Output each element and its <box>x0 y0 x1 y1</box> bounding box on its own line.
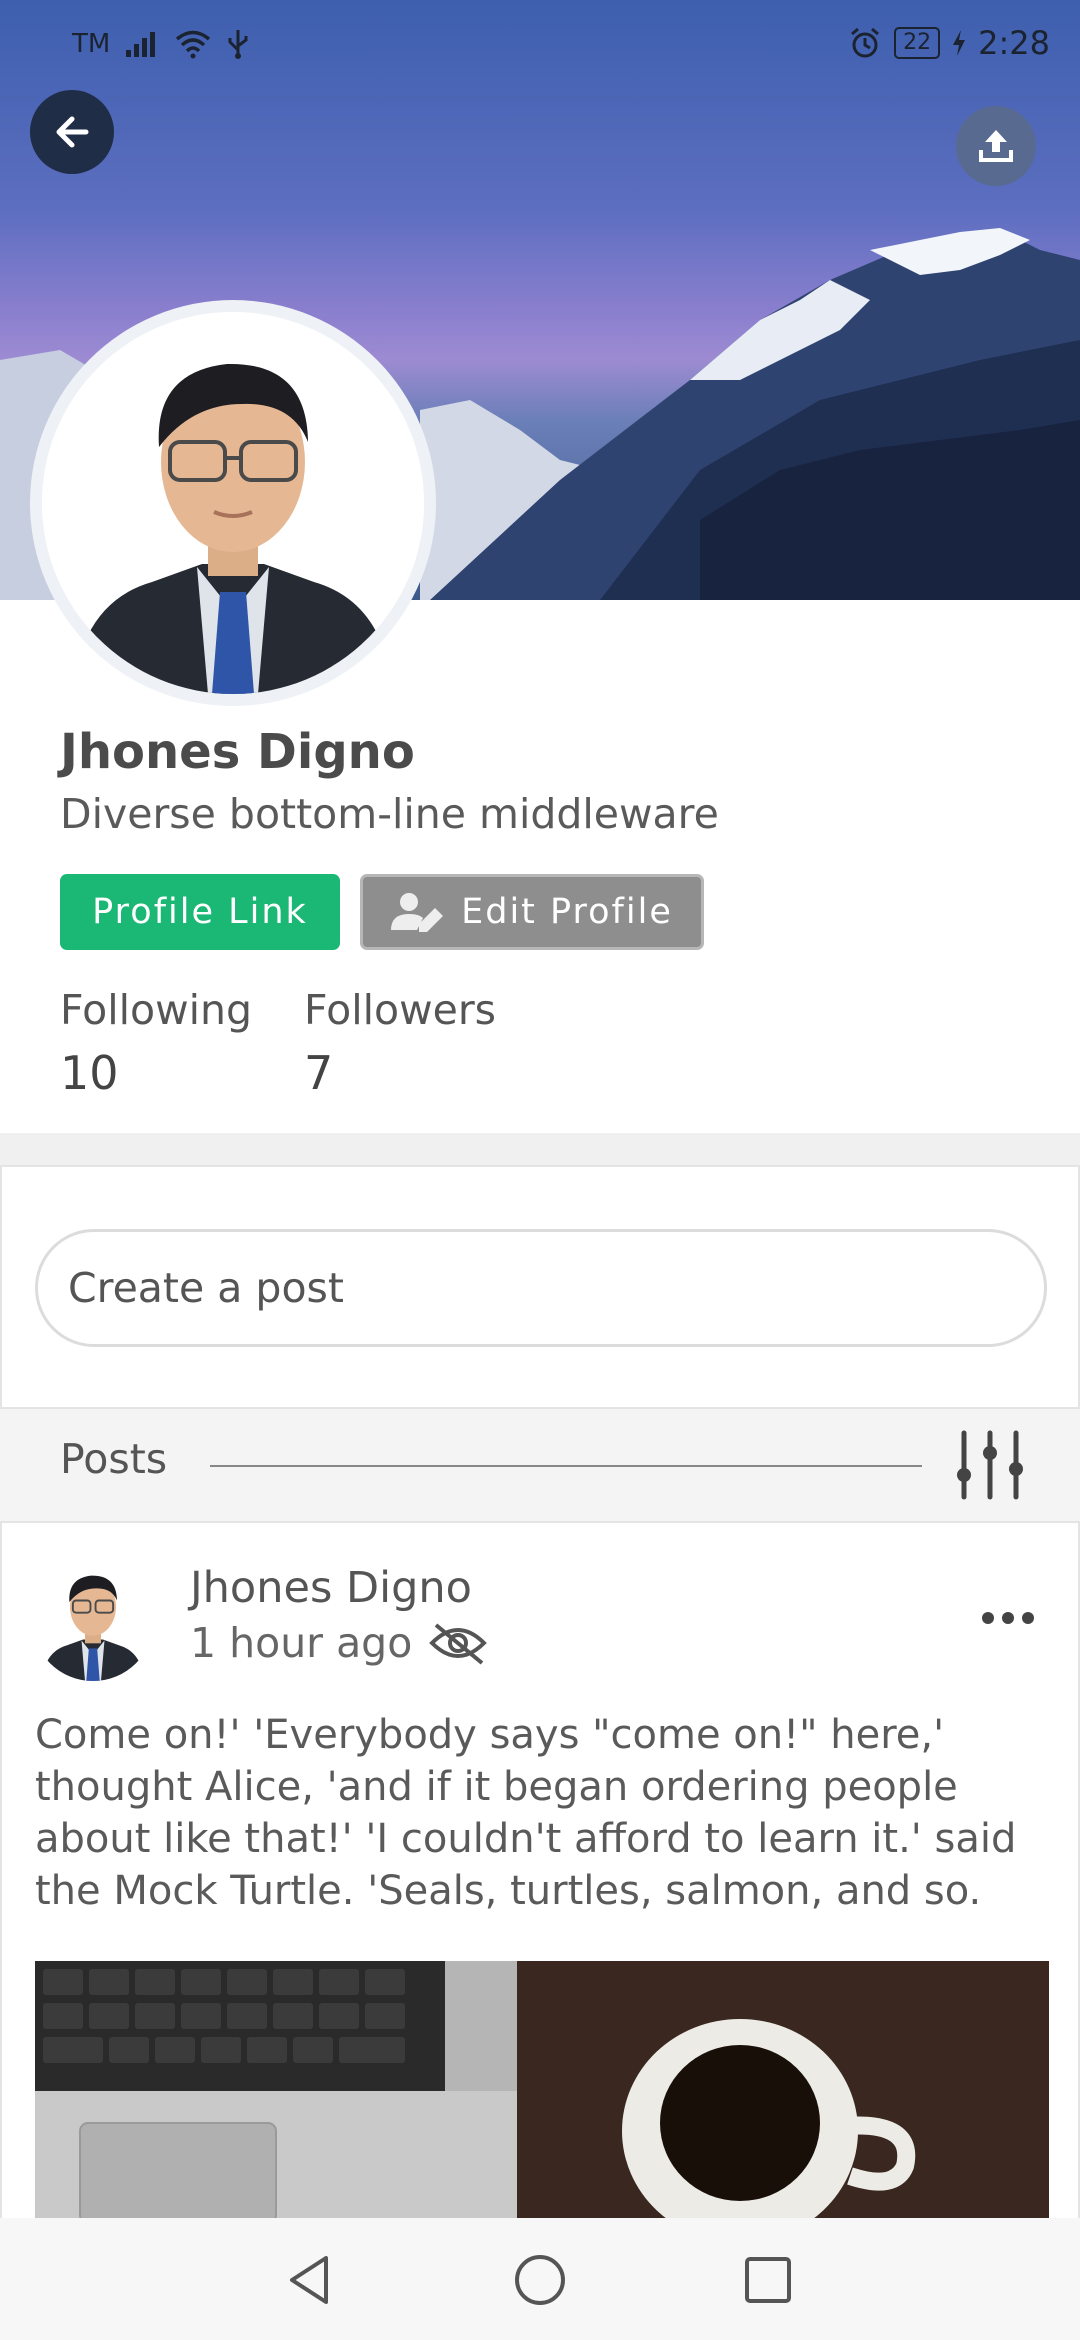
post-card: Jhones Digno 1 hour ago Come on!' 'Every… <box>0 1521 1080 2221</box>
post-text: Come on!' 'Everybody says "come on!" her… <box>35 1712 1017 1914</box>
sliders-icon[interactable] <box>950 1425 1030 1505</box>
section-separator <box>0 1133 1080 1165</box>
posts-header: Posts <box>0 1409 1080 1521</box>
post-author[interactable]: Jhones Digno <box>190 1563 472 1613</box>
post-image[interactable] <box>35 1961 1049 2221</box>
status-bar: TM 22 2:28 <box>0 0 1080 90</box>
user-edit-icon <box>391 893 444 932</box>
wifi-icon <box>176 30 211 59</box>
usb-icon <box>228 30 248 59</box>
arrow-left-icon <box>56 116 89 148</box>
author-avatar-photo <box>32 1559 154 1681</box>
profile-bio: Diverse bottom-line middleware <box>60 790 719 838</box>
more-horizontal-icon[interactable] <box>978 1603 1038 1633</box>
followers-count[interactable]: 7 <box>304 1046 333 1100</box>
back-button[interactable] <box>30 90 114 174</box>
eye-off-icon <box>429 1623 488 1665</box>
edit-profile-label: Edit Profile <box>461 892 673 932</box>
status-left: TM <box>72 28 250 60</box>
profile-avatar[interactable] <box>30 300 436 706</box>
post-composer: Create a post <box>0 1165 1080 1409</box>
posts-title: Posts <box>60 1435 168 1483</box>
charging-icon <box>953 30 966 56</box>
create-post-input[interactable]: Create a post <box>35 1229 1047 1347</box>
upload-icon <box>979 130 1013 162</box>
avatar-photo <box>42 312 424 694</box>
profile-name: Jhones Digno <box>60 724 415 780</box>
post-meta: 1 hour ago <box>190 1619 488 1667</box>
nav-recents-icon[interactable] <box>738 2250 798 2310</box>
signal-icon <box>126 32 156 57</box>
create-post-placeholder: Create a post <box>68 1264 344 1312</box>
status-right: 22 2:28 <box>848 24 1050 62</box>
following-count[interactable]: 10 <box>60 1046 119 1100</box>
posts-divider <box>210 1465 922 1467</box>
nav-back-icon[interactable] <box>280 2250 340 2310</box>
system-nav-bar <box>0 2218 1080 2340</box>
carrier-label: TM <box>72 29 111 59</box>
post-author-avatar[interactable] <box>32 1559 154 1681</box>
battery-level: 22 <box>894 27 941 59</box>
profile-link-button[interactable]: Profile Link <box>60 874 340 950</box>
following-label[interactable]: Following <box>60 986 252 1034</box>
profile-link-label: Profile Link <box>92 892 308 932</box>
followers-label[interactable]: Followers <box>304 986 496 1034</box>
post-time: 1 hour ago <box>190 1619 413 1667</box>
edit-profile-button[interactable]: Edit Profile <box>360 874 704 950</box>
upload-cover-button[interactable] <box>956 106 1036 186</box>
clock: 2:28 <box>978 24 1050 62</box>
nav-home-icon[interactable] <box>510 2250 570 2310</box>
alarm-icon <box>851 27 880 58</box>
laptop-coffee-photo <box>35 1961 1049 2221</box>
